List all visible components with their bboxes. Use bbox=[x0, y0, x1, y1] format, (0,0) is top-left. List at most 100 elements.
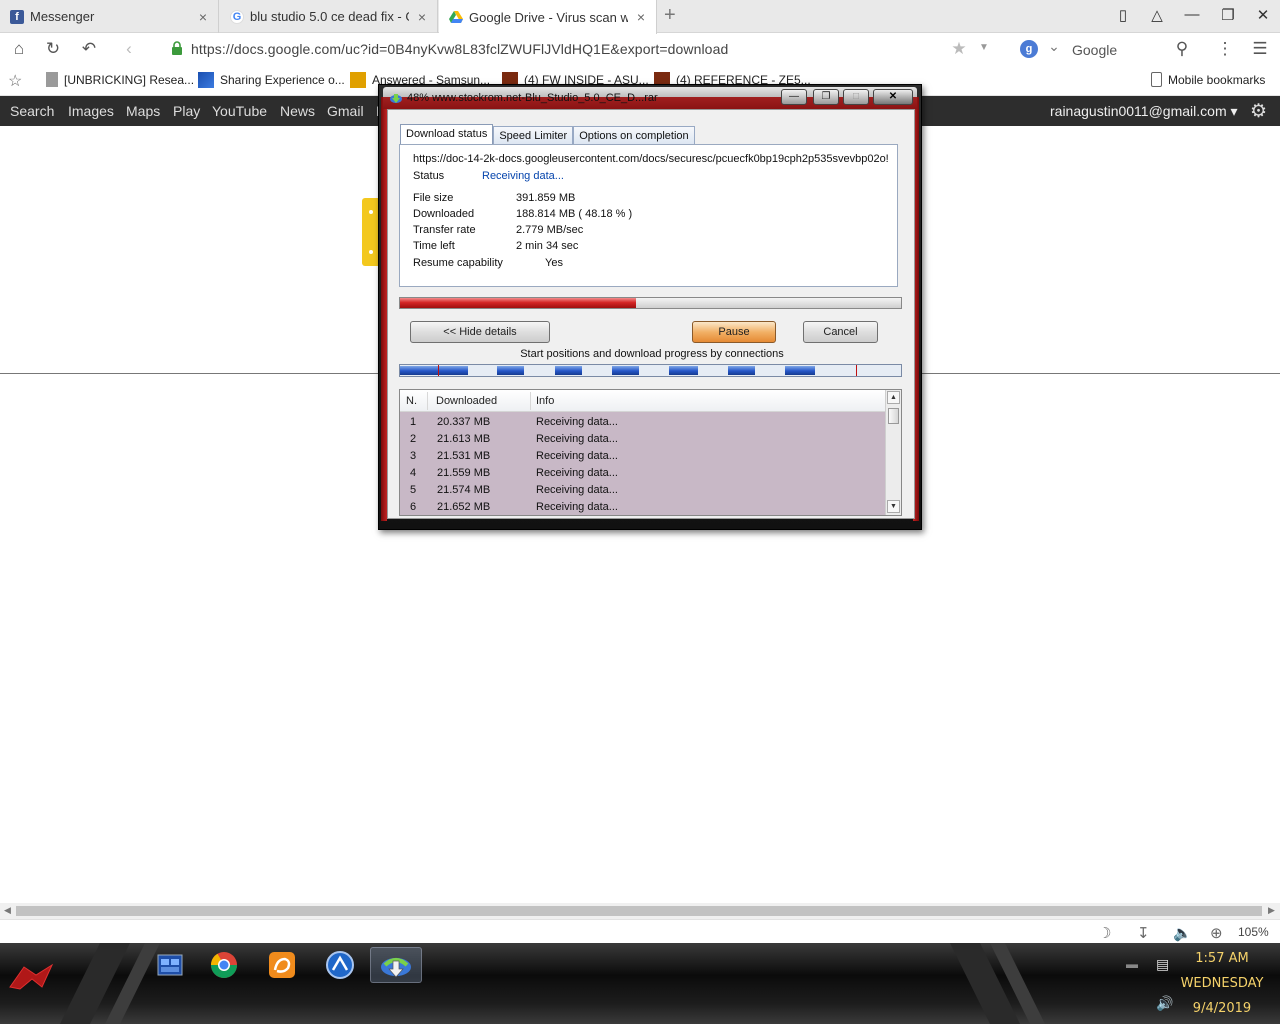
star-icon[interactable]: ★ bbox=[948, 39, 970, 59]
scroll-up-icon[interactable]: ▲ bbox=[887, 391, 900, 404]
search-engine-icon[interactable]: g bbox=[1020, 40, 1038, 58]
tab-google-drive[interactable]: Google Drive - Virus scan warn × bbox=[439, 0, 657, 34]
column-header-info[interactable]: Info bbox=[536, 395, 554, 407]
volume-icon[interactable]: 🔊 bbox=[1156, 995, 1173, 1012]
connection-info: Receiving data... bbox=[536, 433, 618, 445]
chevron-down-icon[interactable]: ⌄ bbox=[1043, 38, 1065, 55]
bookmark-item[interactable]: [UNBRICKING] Resea... bbox=[46, 72, 194, 87]
zoom-icon[interactable]: ⊕ bbox=[1210, 924, 1223, 942]
google-icon: G bbox=[230, 9, 244, 24]
dialog-title: 48% www.stockrom.net-Blu_Studio_5.0_CE_D… bbox=[407, 92, 658, 104]
connection-info: Receiving data... bbox=[536, 501, 618, 513]
gear-icon[interactable]: ⚙ bbox=[1250, 100, 1267, 123]
connection-number: 4 bbox=[410, 467, 417, 479]
network-icon[interactable]: ▤ bbox=[1156, 956, 1169, 973]
split-view-icon[interactable]: ▯ bbox=[1113, 6, 1133, 24]
close-icon[interactable]: × bbox=[634, 9, 648, 25]
search-input[interactable]: Google bbox=[1072, 42, 1117, 58]
horizontal-scrollbar[interactable]: ◀ ▶ bbox=[0, 903, 1280, 919]
tab-download-status[interactable]: Download status bbox=[400, 124, 494, 145]
google-nav-gmail[interactable]: Gmail bbox=[327, 103, 364, 119]
downloaded-label: Downloaded bbox=[413, 208, 475, 220]
close-icon[interactable]: × bbox=[196, 9, 210, 25]
google-nav-maps[interactable]: Maps bbox=[126, 103, 160, 119]
dialog-tabs: Download status Speed Limiter Options on… bbox=[400, 124, 695, 145]
dialog-maximize-button: □ bbox=[843, 89, 869, 105]
star-bookmark-icon[interactable]: ☆ bbox=[8, 71, 22, 91]
google-nav-play[interactable]: Play bbox=[173, 103, 200, 119]
connection-segment bbox=[669, 366, 698, 375]
close-window-button[interactable]: ✕ bbox=[1253, 6, 1273, 24]
zoom-level[interactable]: 105% bbox=[1238, 925, 1269, 939]
extension-icon[interactable]: △ bbox=[1147, 6, 1167, 24]
scroll-thumb[interactable] bbox=[888, 408, 899, 424]
home-icon[interactable]: ⌂ bbox=[8, 39, 30, 59]
bookmark-item[interactable]: Sharing Experience o... bbox=[198, 72, 345, 88]
dialog-minimize-button[interactable]: — bbox=[781, 89, 807, 105]
column-header-downloaded[interactable]: Downloaded bbox=[436, 395, 497, 407]
connection-info: Receiving data... bbox=[536, 467, 618, 479]
connection-row[interactable]: 1 20.337 MB Receiving data... bbox=[400, 414, 886, 431]
maximize-button[interactable]: ❐ bbox=[1218, 6, 1238, 24]
connection-row[interactable]: 5 21.574 MB Receiving data... bbox=[400, 482, 886, 499]
undo-icon[interactable]: ↶ bbox=[78, 39, 100, 59]
chevron-down-icon[interactable]: ▼ bbox=[973, 42, 995, 53]
google-nav-youtube[interactable]: YouTube bbox=[212, 103, 267, 119]
google-nav-search[interactable]: Search bbox=[10, 103, 54, 119]
scroll-down-icon[interactable]: ▼ bbox=[887, 500, 900, 513]
connection-row[interactable]: 2 21.613 MB Receiving data... bbox=[400, 431, 886, 448]
mobile-bookmarks[interactable]: Mobile bookmarks bbox=[1151, 72, 1265, 87]
taskbar-app-uc-browser[interactable] bbox=[256, 947, 308, 983]
start-button-logo-icon[interactable] bbox=[6, 957, 56, 997]
dialog-close-button[interactable]: ✕ bbox=[873, 89, 913, 105]
url-input[interactable]: https://docs.google.com/uc?id=0B4nyKvw8L… bbox=[191, 41, 728, 57]
connection-row[interactable]: 6 21.652 MB Receiving data... bbox=[400, 499, 886, 515]
dialog-titlebar[interactable]: 48% www.stockrom.net-Blu_Studio_5.0_CE_D… bbox=[383, 87, 917, 109]
clock-time[interactable]: 1:57 AM bbox=[1180, 951, 1264, 966]
sound-icon[interactable]: 🔈 bbox=[1173, 924, 1192, 942]
column-header-n[interactable]: N. bbox=[406, 395, 417, 407]
taskbar-app-explorer[interactable] bbox=[144, 947, 196, 983]
taskbar-app-chrome[interactable] bbox=[198, 947, 250, 983]
new-tab-button[interactable]: + bbox=[664, 4, 676, 27]
scroll-left-icon[interactable]: ◀ bbox=[4, 905, 11, 916]
scroll-right-icon[interactable]: ▶ bbox=[1268, 905, 1275, 916]
connections-list-scrollbar[interactable]: ▲ ▼ bbox=[885, 390, 901, 515]
google-account-menu[interactable]: rainagustin0011@gmail.com ▾ bbox=[1050, 103, 1238, 120]
dialog-body: Download status Speed Limiter Options on… bbox=[387, 109, 915, 519]
connection-row[interactable]: 3 21.531 MB Receiving data... bbox=[400, 448, 886, 465]
connection-segment bbox=[497, 366, 524, 375]
night-mode-icon[interactable]: ☽ bbox=[1098, 924, 1111, 942]
minimize-button[interactable]: — bbox=[1182, 6, 1202, 23]
search-icon[interactable]: ⚲ bbox=[1171, 39, 1193, 59]
site-icon bbox=[198, 72, 214, 88]
taskbar-app-idm[interactable] bbox=[370, 947, 422, 983]
site-icon bbox=[350, 72, 366, 88]
tab-speed-limiter[interactable]: Speed Limiter bbox=[493, 126, 574, 144]
reload-icon[interactable]: ↻ bbox=[42, 39, 64, 59]
cancel-button[interactable]: Cancel bbox=[803, 321, 878, 343]
tab-title: Google Drive - Virus scan warn bbox=[469, 9, 628, 25]
download-icon[interactable]: ↧ bbox=[1137, 924, 1150, 942]
google-nav-news[interactable]: News bbox=[280, 103, 315, 119]
hide-details-button[interactable]: << Hide details bbox=[410, 321, 550, 343]
google-nav-images[interactable]: Images bbox=[68, 103, 114, 119]
pause-button[interactable]: Pause bbox=[692, 321, 776, 343]
connection-start-marker bbox=[856, 365, 857, 376]
time-left-value: 2 min 34 sec bbox=[516, 240, 579, 252]
back-icon[interactable]: ‹ bbox=[118, 39, 140, 59]
tab-messenger[interactable]: f Messenger × bbox=[0, 0, 219, 33]
mobile-bookmarks-label: Mobile bookmarks bbox=[1168, 72, 1266, 87]
connection-row[interactable]: 4 21.559 MB Receiving data... bbox=[400, 465, 886, 482]
tab-google-search[interactable]: G blu studio 5.0 ce dead fix - Goo × bbox=[220, 0, 438, 33]
dialog-restore-button[interactable]: ❐ bbox=[813, 89, 839, 105]
tab-title: Messenger bbox=[30, 9, 95, 24]
close-icon[interactable]: × bbox=[415, 9, 429, 25]
more-menu-icon[interactable]: ⋮ bbox=[1214, 39, 1236, 59]
connection-info: Receiving data... bbox=[536, 416, 618, 428]
taskbar-app-maxthon[interactable] bbox=[314, 947, 366, 983]
hamburger-menu-icon[interactable]: ☰ bbox=[1249, 39, 1271, 59]
tray-overflow-icon[interactable]: ▬ bbox=[1126, 957, 1138, 971]
scroll-thumb[interactable] bbox=[16, 906, 1262, 916]
tab-options-on-completion[interactable]: Options on completion bbox=[573, 126, 695, 144]
